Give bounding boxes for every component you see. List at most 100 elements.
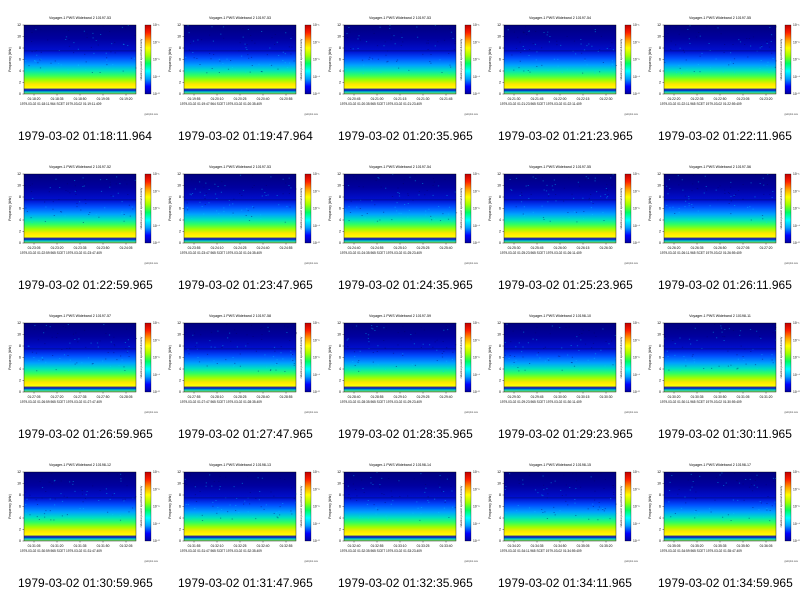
- scet-range-label: 1979-03-02 01:26:59.965 SCET 1979-03-02 …: [20, 400, 102, 404]
- noise-speck: [546, 488, 548, 490]
- noise-speck: [441, 490, 443, 492]
- noise-speck: [427, 42, 429, 44]
- noise-speck: [580, 339, 582, 341]
- colorbar-tick-label: 10⁻²: [473, 40, 480, 44]
- noise-speck: [196, 516, 198, 518]
- x-tick-label: 01:31:50: [97, 544, 110, 548]
- noise-speck: [285, 32, 287, 34]
- noise-speck: [205, 485, 207, 487]
- noise-speck: [65, 39, 67, 40]
- noise-speck: [355, 325, 358, 327]
- noise-speck: [749, 329, 752, 330]
- file-label: gwbplot.sav: [304, 410, 318, 414]
- noise-speck: [74, 190, 76, 192]
- noise-speck: [272, 356, 275, 358]
- panel-title: Voyager-1 PWS Wideband 2 10197-54: [369, 165, 431, 169]
- noise-speck: [62, 326, 64, 327]
- colorbar-label: relative power spectral density: [779, 485, 783, 527]
- scet-range-label: 1979-03-02 01:22:11.965 SCET 1979-03-02 …: [660, 102, 742, 106]
- noise-speck: [546, 518, 548, 519]
- noise-speck: [73, 519, 75, 521]
- noise-speck: [605, 341, 607, 342]
- noise-speck: [523, 206, 525, 208]
- noise-speck: [39, 67, 42, 69]
- noise-speck: [276, 359, 278, 361]
- noise-speck: [666, 205, 668, 206]
- noise-speck: [541, 177, 544, 179]
- noise-speck: [189, 193, 191, 195]
- noise-speck: [220, 220, 222, 222]
- noise-speck: [31, 351, 34, 353]
- panel-title: Voyager-1 PWS Wideband 2 10197-53: [49, 16, 111, 20]
- noise-speck: [383, 494, 385, 495]
- scet-range-label: 1979-03-02 01:30:59.965 SCET 1979-03-02 …: [20, 549, 102, 553]
- noise-speck: [451, 358, 453, 360]
- x-tick-label: 01:33:25: [417, 544, 430, 548]
- x-tick-label: 01:25:30: [508, 246, 521, 250]
- noise-speck: [230, 340, 232, 342]
- noise-speck: [520, 192, 523, 194]
- noise-speck: [290, 510, 292, 512]
- noise-speck: [449, 28, 451, 29]
- noise-speck: [605, 188, 607, 189]
- noise-speck: [523, 331, 525, 333]
- y-tick-label: 4: [659, 516, 661, 520]
- noise-speck: [755, 174, 757, 175]
- noise-speck: [48, 191, 50, 193]
- noise-speck: [692, 207, 694, 208]
- noise-speck: [227, 511, 229, 513]
- noise-speck: [358, 323, 360, 325]
- noise-speck: [760, 45, 762, 46]
- noise-speck: [376, 326, 378, 327]
- noise-speck: [132, 507, 134, 509]
- noise-speck: [679, 370, 681, 371]
- noise-speck: [51, 483, 53, 485]
- noise-speck: [446, 195, 448, 196]
- noise-speck: [390, 503, 392, 505]
- noise-speck: [544, 346, 546, 348]
- noise-speck: [186, 202, 188, 204]
- noise-speck: [265, 504, 267, 506]
- noise-speck: [44, 329, 47, 331]
- noise-speck: [522, 32, 525, 34]
- noise-speck: [534, 43, 536, 45]
- noise-speck: [229, 504, 231, 506]
- noise-speck: [561, 369, 563, 371]
- colorbar-label: relative power spectral density: [619, 485, 623, 527]
- x-tick-label: 01:35:20: [600, 544, 613, 548]
- noise-speck: [407, 495, 409, 497]
- x-tick-label: 01:25:10: [394, 246, 407, 250]
- noise-speck: [75, 332, 77, 334]
- noise-speck: [544, 360, 547, 362]
- noise-speck: [578, 350, 580, 351]
- colorbar-tick-label: 10⁻¹: [633, 321, 640, 325]
- spectrogram-panel: Voyager-1 PWS Wideband 2 10197-58 0 2 4 6 8 10…: [160, 298, 320, 447]
- noise-speck: [580, 39, 582, 40]
- noise-speck: [745, 363, 747, 365]
- noise-speck: [772, 191, 774, 192]
- noise-speck: [608, 343, 610, 345]
- noise-speck: [194, 494, 196, 496]
- noise-speck: [584, 343, 587, 345]
- noise-speck: [727, 192, 730, 193]
- noise-speck: [397, 192, 399, 193]
- noise-speck: [91, 72, 93, 73]
- noise-speck: [674, 354, 676, 356]
- noise-speck: [274, 44, 276, 45]
- noise-speck: [208, 202, 210, 204]
- noise-speck: [587, 177, 589, 179]
- colorbar-label: relative power spectral density: [619, 187, 623, 229]
- file-label: gwbplot.sav: [624, 112, 638, 116]
- x-tick-label: 01:30:15: [577, 395, 590, 399]
- noise-speck: [573, 365, 576, 367]
- noise-speck: [130, 57, 133, 59]
- noise-speck: [730, 364, 732, 366]
- noise-speck: [720, 327, 723, 329]
- noise-speck: [220, 509, 223, 510]
- noise-speck: [448, 213, 450, 215]
- colorbar-tick-label: 10⁻³: [793, 207, 800, 211]
- noise-speck: [765, 369, 767, 371]
- noise-speck: [232, 357, 234, 358]
- noise-speck: [291, 487, 293, 489]
- scet-range-label: 1979-03-02 01:31:47.965 SCET 1979-03-02 …: [180, 549, 262, 553]
